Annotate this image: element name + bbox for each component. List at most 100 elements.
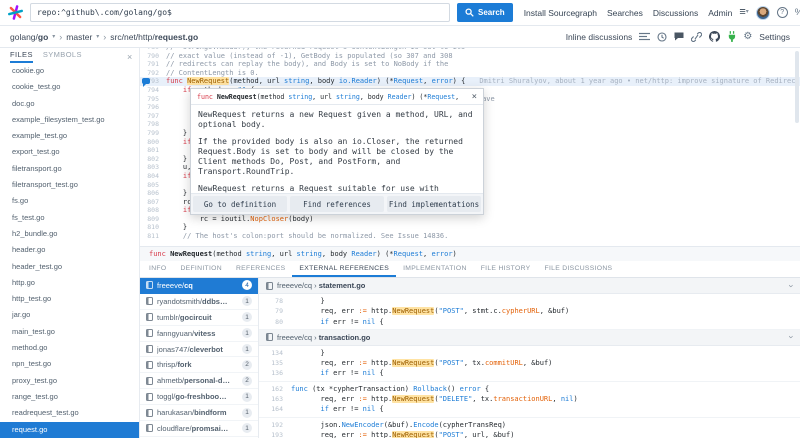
panel-tab-file-history[interactable]: FILE HISTORY	[474, 261, 538, 277]
code-line[interactable]: 792// ContentLength is 0.	[140, 69, 800, 78]
chevron-down-icon[interactable]: ›	[787, 284, 797, 287]
code-line[interactable]: 811 // The host's colon:port should be n…	[140, 232, 800, 241]
line-number[interactable]: 792	[140, 69, 166, 78]
line-number[interactable]: 799	[140, 129, 166, 138]
line-number[interactable]: 798	[140, 120, 166, 129]
code-line[interactable]: 791// redirects can replay the body), an…	[140, 60, 800, 69]
repo-list-item[interactable]: freeeve/cq 4	[140, 278, 258, 294]
line-number[interactable]: 192	[259, 420, 291, 430]
repo-list-item[interactable]: toggl/go-freshboo… 1	[140, 389, 258, 406]
repo-list-item[interactable]: thrisp/fork 2	[140, 357, 258, 374]
reference-group-header[interactable]: freeeve/cq › transaction.go ›	[259, 329, 800, 346]
reference-line[interactable]: 192 json.NewEncoder(&buf).Encode(cypherT…	[259, 420, 800, 430]
link-icon[interactable]	[691, 31, 703, 42]
close-icon[interactable]: ×	[468, 92, 477, 102]
search-button[interactable]: Search	[457, 3, 513, 22]
tooltip-action-find-implementations[interactable]: Find implementations	[387, 196, 481, 212]
sidebar-file-item[interactable]: readrequest_test.go	[0, 405, 139, 421]
nav-link-discussions[interactable]: Discussions	[653, 8, 698, 18]
sidebar-file-item[interactable]: method.go	[0, 340, 139, 356]
line-number[interactable]: 794	[140, 86, 166, 95]
reference-group-header[interactable]: freeeve/cq › statement.go ›	[259, 278, 800, 294]
nav-link-install-sourcegraph[interactable]: Install Sourcegraph	[524, 8, 597, 18]
line-number[interactable]: 193	[259, 430, 291, 438]
panel-tab-external-references[interactable]: EXTERNAL REFERENCES	[292, 261, 397, 277]
breadcrumb-path[interactable]: src/net/http/request.go	[110, 32, 198, 42]
code-line[interactable]: 809 rc = ioutil.NopCloser(body)	[140, 215, 800, 224]
sidebar-file-item[interactable]: example_test.go	[0, 128, 139, 144]
close-icon[interactable]: ×	[127, 52, 132, 62]
panel-tab-implementation[interactable]: IMPLEMENTATION	[396, 261, 474, 277]
line-number[interactable]: 805	[140, 181, 166, 190]
reference-line[interactable]: 163 req, err := http.NewRequest("DELETE"…	[259, 394, 800, 404]
line-number[interactable]: 810	[140, 223, 166, 232]
sidebar-tab-symbols[interactable]: SYMBOLS	[43, 48, 82, 63]
sidebar-file-item[interactable]: example_filesystem_test.go	[0, 112, 139, 128]
repo-list-item[interactable]: tumblr/gocircuit 1	[140, 310, 258, 326]
sidebar-file-item[interactable]: http.go	[0, 275, 139, 291]
discussion-bubble-icon[interactable]	[142, 78, 150, 88]
reference-line[interactable]: 79 req, err := http.NewRequest("POST", s…	[259, 306, 800, 316]
sidebar-file-item[interactable]: npn_test.go	[0, 356, 139, 372]
line-number[interactable]: 802	[140, 155, 166, 164]
keyboard-shortcut-icon[interactable]: %	[795, 7, 800, 18]
sidebar-file-item[interactable]: jar.go	[0, 307, 139, 323]
panel-tab-file-discussions[interactable]: FILE DISCUSSIONS	[538, 261, 620, 277]
reference-line[interactable]: 134 }	[259, 348, 800, 358]
panel-tab-references[interactable]: REFERENCES	[229, 261, 292, 277]
line-number[interactable]: 796	[140, 103, 166, 112]
menu-icon[interactable]: ≡▾	[739, 7, 748, 18]
line-number[interactable]: 78	[259, 296, 291, 306]
sidebar-file-item[interactable]: filetransport_test.go	[0, 177, 139, 193]
code-line[interactable]: 790// exact value (instead of -1), GetBo…	[140, 52, 800, 61]
sidebar-file-item[interactable]: cookie.go	[0, 63, 139, 79]
line-number[interactable]: 791	[140, 60, 166, 69]
line-number[interactable]: 808	[140, 206, 166, 215]
sidebar-file-item[interactable]: filetransport.go	[0, 161, 139, 177]
breadcrumb-revision[interactable]: master	[66, 32, 92, 42]
tooltip-action-go-to-definition[interactable]: Go to definition	[193, 196, 287, 212]
inline-discussions-icon[interactable]	[639, 32, 651, 41]
code-line[interactable]: 793 func NewRequest(method, url string, b…	[140, 77, 800, 88]
line-number[interactable]: 135	[259, 358, 291, 368]
nav-link-admin[interactable]: Admin	[708, 8, 732, 18]
nav-link-searches[interactable]: Searches	[607, 8, 643, 18]
extensions-plug-icon[interactable]	[727, 31, 736, 42]
line-number[interactable]: 136	[259, 368, 291, 378]
history-icon[interactable]	[657, 31, 667, 42]
sidebar-file-item[interactable]: main_test.go	[0, 324, 139, 340]
reference-line[interactable]: 80 if err != nil {	[259, 317, 800, 327]
tooltip-action-find-references[interactable]: Find references	[290, 196, 384, 212]
chevron-down-icon[interactable]: ▾	[52, 33, 55, 40]
reference-line[interactable]: 164 if err != nil {	[259, 404, 800, 414]
github-icon[interactable]	[709, 31, 721, 42]
line-number[interactable]: 797	[140, 112, 166, 121]
line-number[interactable]: 134	[259, 348, 291, 358]
line-number[interactable]: 807	[140, 198, 166, 207]
panel-tab-info[interactable]: INFO	[142, 261, 173, 277]
line-number[interactable]: 795	[140, 95, 166, 104]
scrollbar[interactable]	[795, 51, 799, 123]
repo-list-item[interactable]: fanngyuan/vitess 1	[140, 326, 258, 342]
line-number[interactable]: 804	[140, 172, 166, 181]
line-number[interactable]: 806	[140, 189, 166, 198]
settings-label[interactable]: Settings	[759, 32, 790, 42]
sidebar-file-item[interactable]: fs.go	[0, 193, 139, 209]
sidebar-file-item[interactable]: export_test.go	[0, 144, 139, 160]
sidebar-file-item[interactable]: h2_bundle.go	[0, 226, 139, 242]
sourcegraph-logo-icon[interactable]	[8, 5, 23, 20]
line-number[interactable]: 163	[259, 394, 291, 404]
sidebar-file-item[interactable]: header_test.go	[0, 259, 139, 275]
chevron-down-icon[interactable]: ›	[787, 336, 797, 339]
line-number[interactable]: 800	[140, 138, 166, 147]
breadcrumb-repo[interactable]: golang/go	[10, 32, 48, 42]
reference-line[interactable]: 135 req, err := http.NewRequest("POST", …	[259, 358, 800, 368]
help-icon[interactable]: ?	[776, 7, 788, 18]
gear-icon[interactable]: ⚙	[743, 31, 752, 42]
repo-list-item[interactable]: ryandotsmith/ddbs… 1	[140, 294, 258, 310]
line-number[interactable]: 80	[259, 317, 291, 327]
sidebar-file-item[interactable]: doc.go	[0, 96, 139, 112]
line-number[interactable]: 801	[140, 146, 166, 155]
sidebar-file-item[interactable]: request.go	[0, 421, 139, 438]
inline-discussions-label[interactable]: Inline discussions	[566, 32, 633, 42]
